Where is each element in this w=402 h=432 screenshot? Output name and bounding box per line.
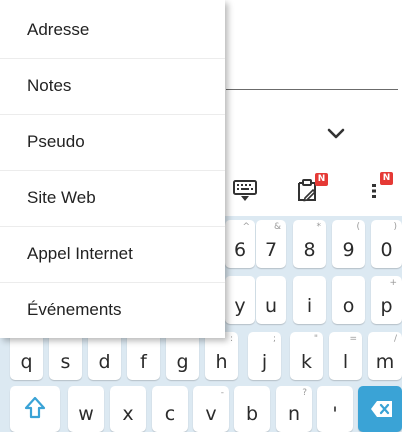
key-n[interactable]: ? n <box>276 386 312 432</box>
key-m[interactable]: / m <box>368 332 402 380</box>
form-field-underline <box>226 89 398 90</box>
key-f[interactable]: f <box>127 332 160 380</box>
key-g[interactable]: g <box>166 332 199 380</box>
menu-item-pseudo[interactable]: Pseudo <box>0 115 225 170</box>
key-o[interactable]: o <box>332 276 365 324</box>
key-apostrophe[interactable]: ' <box>317 386 353 432</box>
key-d[interactable]: d <box>88 332 121 380</box>
key-6[interactable]: ^ 6 <box>225 220 255 268</box>
more-options-icon[interactable] <box>371 183 379 203</box>
menu-item-evenements[interactable]: Événements <box>0 283 225 338</box>
key-s[interactable]: s <box>49 332 82 380</box>
key-8[interactable]: * 8 <box>293 220 326 268</box>
key-j[interactable]: ; j <box>248 332 281 380</box>
shift-arrow-icon <box>24 396 46 419</box>
key-w[interactable]: w <box>68 386 104 432</box>
shift-key[interactable] <box>10 386 60 432</box>
key-c[interactable]: c <box>152 386 188 432</box>
menu-item-notes[interactable]: Notes <box>0 59 225 114</box>
backspace-key[interactable] <box>358 386 402 432</box>
more-new-badge: N <box>380 172 393 185</box>
chevron-down-icon[interactable] <box>322 122 350 146</box>
keyboard-hide-icon[interactable] <box>232 180 258 206</box>
key-i[interactable]: i <box>293 276 326 324</box>
key-9[interactable]: (9 <box>332 220 365 268</box>
key-y[interactable]: y <box>225 276 255 324</box>
menu-item-appel-internet[interactable]: Appel Internet <box>0 227 225 282</box>
key-h[interactable]: :h <box>205 332 238 380</box>
field-type-dropdown-menu: Adresse Notes Pseudo Site Web Appel Inte… <box>0 0 225 338</box>
menu-item-adresse[interactable]: Adresse <box>0 3 225 58</box>
key-7[interactable]: & 7 <box>256 220 286 268</box>
key-0[interactable]: ) 0 <box>371 220 402 268</box>
key-l[interactable]: = l <box>329 332 362 380</box>
key-q[interactable]: q <box>10 332 43 380</box>
key-v[interactable]: -v <box>193 386 229 432</box>
key-x[interactable]: x <box>110 386 146 432</box>
backspace-icon <box>371 401 392 417</box>
key-u[interactable]: u <box>256 276 286 324</box>
menu-item-site-web[interactable]: Site Web <box>0 171 225 226</box>
key-p[interactable]: + p <box>371 276 402 324</box>
clipboard-new-badge: N <box>315 173 328 186</box>
key-b[interactable]: b <box>234 386 270 432</box>
key-k[interactable]: " k <box>290 332 323 380</box>
